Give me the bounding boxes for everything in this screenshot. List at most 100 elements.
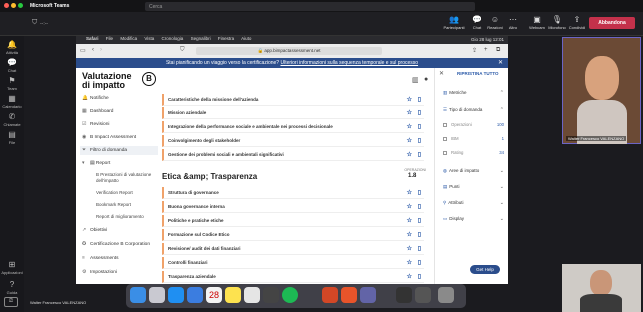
- bookmark-icon[interactable]: ▯: [418, 187, 421, 199]
- chevron-up-icon[interactable]: ⌃: [500, 90, 504, 96]
- question-row[interactable]: Integrazione della performance sociale e…: [162, 121, 424, 133]
- teams-icon[interactable]: [360, 287, 376, 303]
- bookmark-icon[interactable]: ▯: [418, 135, 421, 147]
- rail-item-files[interactable]: ▤ File: [0, 130, 24, 145]
- star-icon[interactable]: ☆: [407, 107, 412, 119]
- star-icon[interactable]: ☆: [407, 121, 412, 133]
- chevron-down-icon[interactable]: ⌄: [500, 200, 504, 206]
- new-tab-icon[interactable]: +: [484, 47, 488, 53]
- question-row[interactable]: Controlli finanziari ☆ ▯: [162, 257, 424, 269]
- url-bar[interactable]: 🔒 app.bimpactassessment.net: [196, 47, 382, 55]
- user-icon[interactable]: ●: [424, 76, 428, 83]
- star-icon[interactable]: ☆: [407, 201, 412, 213]
- filter-question-type[interactable]: ☰ Tipo di domanda: [443, 107, 482, 113]
- menu-safari[interactable]: Safari: [86, 36, 99, 41]
- bookmark-icon[interactable]: ▯: [418, 94, 421, 106]
- share-button[interactable]: ⇪ Condividi: [566, 14, 588, 30]
- star-icon[interactable]: ☆: [407, 229, 412, 241]
- bookmark-icon[interactable]: ▯: [418, 243, 421, 255]
- chevron-up-icon[interactable]: ⌃: [500, 107, 504, 113]
- bookmark-icon[interactable]: ▯: [418, 149, 421, 161]
- filter-attributes[interactable]: ⚲ Attributi: [443, 200, 464, 206]
- rail-item-calendar[interactable]: ▦ Calendario: [0, 94, 24, 109]
- device-icon[interactable]: ⎚: [4, 297, 18, 307]
- book-icon[interactable]: ▥: [412, 76, 419, 84]
- search-input[interactable]: Cerca: [145, 2, 475, 11]
- window-thumbnail-icon[interactable]: [396, 287, 412, 303]
- menu-history[interactable]: Cronologia: [162, 36, 184, 41]
- sidebar-toggle-icon[interactable]: ▭: [80, 47, 86, 54]
- window-thumbnail-icon[interactable]: [415, 287, 431, 303]
- report-sub-performance[interactable]: B Prestazioni di valutazione dell'impatt…: [96, 172, 160, 183]
- nav-assessments[interactable]: ≡ Assessments: [82, 254, 119, 263]
- nav-reviews[interactable]: ☑ Revisioni: [82, 120, 109, 129]
- close-icon[interactable]: ✕: [439, 70, 444, 77]
- menu-file[interactable]: File: [106, 36, 113, 41]
- powerpoint-icon[interactable]: [322, 287, 338, 303]
- nav-certification[interactable]: ✪ Certificazione B Corporation: [82, 240, 150, 249]
- rail-item-apps[interactable]: ⊞ Applicazioni: [0, 260, 24, 275]
- window-controls[interactable]: [4, 3, 25, 10]
- bookmark-icon[interactable]: ▯: [418, 229, 421, 241]
- filter-metrics[interactable]: ▥ Metriche: [443, 90, 467, 96]
- question-row[interactable]: Struttura di governance ☆ ▯: [162, 187, 424, 199]
- bookmark-icon[interactable]: ▯: [418, 271, 421, 283]
- nav-report[interactable]: ▾ ▤ Report: [82, 159, 110, 168]
- trash-icon[interactable]: [438, 287, 454, 303]
- finder-icon[interactable]: [130, 287, 146, 303]
- reset-all-link[interactable]: RIPRISTINA TUTTO: [457, 71, 499, 76]
- report-sub-bookmark[interactable]: Bookmark Report: [96, 202, 131, 208]
- checkbox-operations[interactable]: [443, 123, 447, 127]
- nav-goals[interactable]: ↗ Obiettivi: [82, 226, 107, 235]
- checkbox-rating[interactable]: [443, 151, 447, 155]
- share-icon[interactable]: ⇪: [472, 47, 477, 54]
- bookmark-icon[interactable]: ▯: [418, 215, 421, 227]
- bookmark-icon[interactable]: ▯: [418, 201, 421, 213]
- participants-button[interactable]: 👥 Partecipanti: [443, 14, 465, 30]
- question-row[interactable]: Coinvolgimento degli stakeholder ☆ ▯: [162, 135, 424, 147]
- rail-item-activity[interactable]: 🔔 Attività: [0, 40, 24, 55]
- forward-icon[interactable]: ›: [100, 47, 102, 53]
- bookmark-icon[interactable]: ▯: [418, 107, 421, 119]
- rail-item-help[interactable]: ? Guida: [0, 280, 24, 295]
- star-icon[interactable]: ☆: [407, 187, 412, 199]
- reminders-icon[interactable]: [244, 287, 260, 303]
- tabs-overview-icon[interactable]: ⧉: [496, 47, 500, 54]
- star-icon[interactable]: ☆: [407, 257, 412, 269]
- checkbox-ibm[interactable]: [443, 137, 447, 141]
- calendar-icon[interactable]: 28: [206, 287, 222, 303]
- report-sub-verification[interactable]: Verification Report: [96, 190, 133, 196]
- mail-icon[interactable]: [187, 287, 203, 303]
- filter-display[interactable]: ▭ Display: [443, 216, 464, 222]
- settings-icon[interactable]: [263, 287, 279, 303]
- chevron-down-icon[interactable]: ⌄: [500, 216, 504, 222]
- menu-window[interactable]: Finestra: [218, 36, 234, 41]
- close-icon[interactable]: ✕: [498, 58, 503, 68]
- spotify-icon[interactable]: [282, 287, 298, 303]
- star-icon[interactable]: ☆: [407, 215, 412, 227]
- nav-settings[interactable]: ⚙ Impostazioni: [82, 268, 117, 277]
- rail-item-team[interactable]: ⚑ Team: [0, 76, 24, 91]
- nav-notifications[interactable]: 🔔 Notifiche: [82, 94, 109, 103]
- bookmark-icon[interactable]: ▯: [418, 257, 421, 269]
- filter-points[interactable]: ▤ Punti: [443, 184, 460, 190]
- nav-impact-assessment[interactable]: ◉ B Impact Assessment: [82, 133, 136, 142]
- question-row[interactable]: Buona governance interna ☆ ▯: [162, 201, 424, 213]
- menu-edit[interactable]: Modifica: [120, 36, 137, 41]
- question-row[interactable]: Mission aziendale ☆ ▯: [162, 107, 424, 119]
- menu-view[interactable]: Vista: [144, 36, 154, 41]
- chevron-down-icon[interactable]: ⌄: [500, 168, 504, 174]
- bookmark-icon[interactable]: ▯: [418, 121, 421, 133]
- star-icon[interactable]: ☆: [407, 271, 412, 283]
- webcam-button[interactable]: ▣ Webcam: [526, 14, 548, 30]
- office-icon[interactable]: [341, 287, 357, 303]
- menu-help[interactable]: Aiuto: [241, 36, 251, 41]
- star-icon[interactable]: ☆: [407, 243, 412, 255]
- safari-icon[interactable]: [168, 287, 184, 303]
- nav-question-filter[interactable]: ⏷ Filtro di domanda: [80, 146, 158, 155]
- star-icon[interactable]: ☆: [407, 149, 412, 161]
- participant-video-small[interactable]: [562, 264, 641, 312]
- get-help-button[interactable]: Get Help: [470, 265, 500, 274]
- filter-impact-areas[interactable]: ◍ Aree di impatto: [443, 168, 479, 174]
- shield-icon[interactable]: ⛉: [180, 47, 185, 54]
